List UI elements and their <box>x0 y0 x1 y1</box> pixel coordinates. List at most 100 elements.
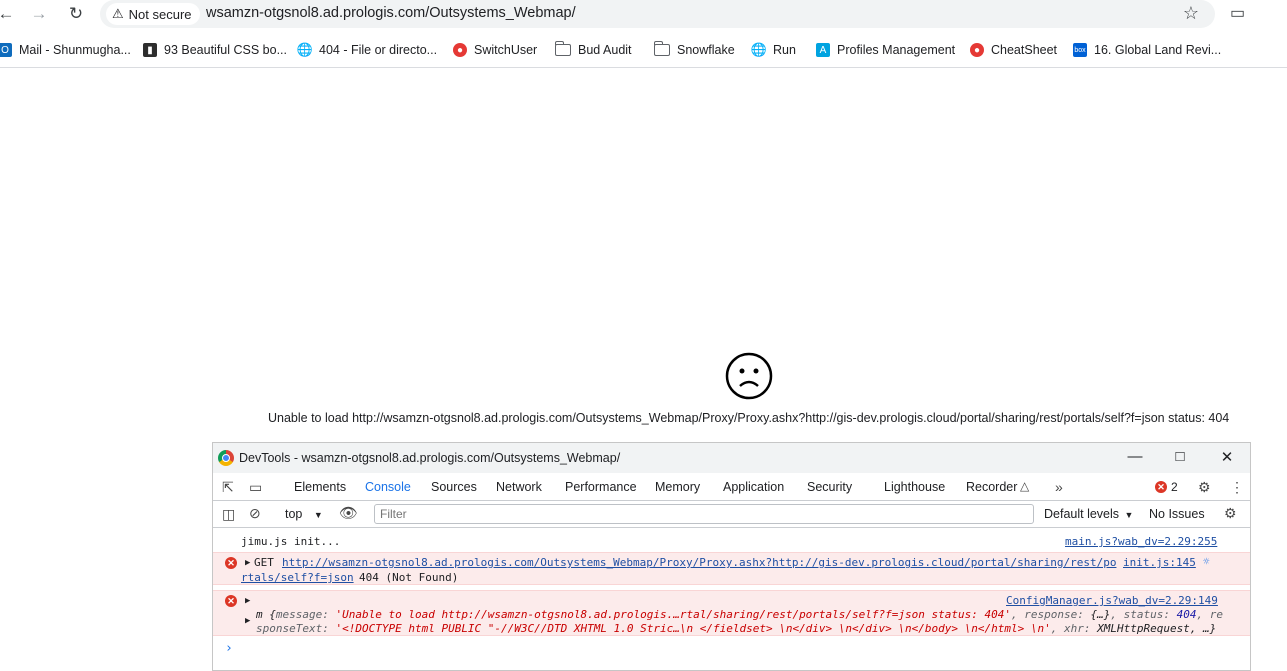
log-text: jimu.js init... <box>241 535 341 548</box>
object-value: XMLHttpRequest <box>1097 622 1190 635</box>
context-selector[interactable]: top ▼ <box>285 507 323 521</box>
bookmark-item[interactable]: Bud Audit <box>554 40 632 60</box>
extensions-puzzle-icon[interactable]: ▭ <box>1230 3 1245 23</box>
bookmark-label: Run <box>773 43 796 57</box>
console-log-row: jimu.js init... main.js?wab_dv=2.29:255 <box>213 528 1250 552</box>
console-prompt-icon[interactable]: › <box>225 641 233 656</box>
sidebar-toggle-icon[interactable]: ◫ <box>222 506 235 523</box>
chrome-logo-icon <box>218 450 234 466</box>
bookmark-label: Snowflake <box>677 43 735 57</box>
browser-toolbar: ← → ↻ ⚠ Not secure wsamzn-otgsnol8.ad.pr… <box>0 0 1287 31</box>
source-link[interactable]: ConfigManager.js?wab_dv=2.29:149 <box>1006 594 1218 607</box>
forward-arrow-icon[interactable]: → <box>27 2 51 26</box>
error-object-line: m {message: 'Unable to load http://wsamz… <box>256 608 1223 621</box>
object-prefix: m { <box>256 608 276 621</box>
error-count-value: 2 <box>1171 480 1178 494</box>
source-link[interactable]: init.js:145 <box>1123 556 1196 569</box>
network-globe-icon[interactable]: ☼ <box>1203 555 1210 568</box>
error-icon: ✕ <box>225 595 237 607</box>
tab-sources[interactable]: Sources <box>431 480 477 494</box>
error-icon: ✕ <box>1155 481 1167 493</box>
profiles-icon: A <box>816 43 830 57</box>
tab-console[interactable]: Console <box>359 480 417 504</box>
request-url[interactable]: http://wsamzn-otgsnol8.ad.prologis.com/O… <box>282 556 1116 569</box>
settings-gear-icon[interactable]: ⚙ <box>1198 479 1211 496</box>
url-text[interactable]: wsamzn-otgsnol8.ad.prologis.com/Outsyste… <box>206 5 576 21</box>
bookmark-item[interactable]: box 16. Global Land Revi... <box>1073 40 1221 60</box>
object-key: , xhr: <box>1050 622 1098 635</box>
caret-down-icon: ▼ <box>1124 510 1134 520</box>
devtools-window: DevTools - wsamzn-otgsnol8.ad.prologis.c… <box>212 442 1251 671</box>
reload-icon[interactable]: ↻ <box>64 2 88 26</box>
object-key: message: <box>275 608 336 621</box>
request-url-cont[interactable]: rtals/self?f=json <box>241 571 354 584</box>
bookmark-item[interactable]: ● CheatSheet <box>970 40 1057 60</box>
tab-lighthouse[interactable]: Lighthouse <box>884 480 945 494</box>
minimize-icon[interactable]: — <box>1125 448 1145 465</box>
object-value: 404 <box>1176 608 1197 621</box>
source-link[interactable]: main.js?wab_dv=2.29:255 <box>1065 535 1217 548</box>
close-icon[interactable]: ✕ <box>1217 448 1237 466</box>
record-icon: ● <box>453 43 467 57</box>
devtools-title: DevTools - wsamzn-otgsnol8.ad.prologis.c… <box>239 451 621 465</box>
bookmark-item[interactable]: Snowflake <box>653 40 735 60</box>
device-toolbar-icon[interactable]: ▭ <box>249 479 262 496</box>
bookmark-label: Profiles Management <box>837 43 956 57</box>
devtools-titlebar: DevTools - wsamzn-otgsnol8.ad.prologis.c… <box>213 443 1250 473</box>
object-tail: , …} <box>1189 622 1217 635</box>
record-icon: ● <box>970 43 984 57</box>
object-key: sponseText: <box>256 622 336 635</box>
tab-network[interactable]: Network <box>496 480 542 494</box>
object-value: {…} <box>1090 608 1111 621</box>
bookmark-item[interactable]: A Profiles Management <box>816 40 955 60</box>
bookmark-item[interactable]: 🌐 Run <box>751 40 796 60</box>
security-badge[interactable]: ⚠ Not secure <box>106 3 200 25</box>
maximize-icon[interactable]: □ <box>1170 448 1190 465</box>
eye-icon[interactable]: 👁 <box>339 504 358 522</box>
back-arrow-icon[interactable]: ← <box>0 2 18 26</box>
object-value: 'Unable to load http://wsamzn-otgsnol8.a… <box>335 608 1011 621</box>
bookmark-item[interactable]: ● SwitchUser <box>453 40 537 60</box>
bookmark-label: SwitchUser <box>474 43 538 57</box>
kebab-menu-icon[interactable]: ⋮ <box>1230 479 1244 496</box>
bookmark-item[interactable]: ▮ 93 Beautiful CSS bo... <box>143 40 287 60</box>
bookmarks-bar: O Mail - Shunmugha... ▮ 93 Beautiful CSS… <box>0 34 1287 68</box>
context-value: top <box>285 507 303 521</box>
tab-performance[interactable]: Performance <box>565 480 637 494</box>
tab-application[interactable]: Application <box>723 480 784 494</box>
request-status: 404 (Not Found) <box>359 571 459 584</box>
log-levels-dropdown[interactable]: Default levels ▼ <box>1044 507 1133 521</box>
console-settings-icon[interactable]: ⚙ <box>1224 505 1237 522</box>
object-key: , response: <box>1011 608 1091 621</box>
flask-icon: △ <box>1020 479 1030 493</box>
console-error-row: ✕ ▶ GET http://wsamzn-otgsnol8.ad.prolog… <box>213 552 1250 585</box>
tab-memory[interactable]: Memory <box>655 480 700 494</box>
bookmark-site-icon: ▮ <box>143 43 157 57</box>
tab-recorder[interactable]: Recorder <box>966 480 1017 494</box>
outlook-icon: O <box>0 43 12 57</box>
box-icon: box <box>1073 43 1087 57</box>
error-icon: ✕ <box>225 557 237 569</box>
tab-elements[interactable]: Elements <box>294 480 346 494</box>
expand-triangle-icon[interactable]: ▶ <box>245 558 250 568</box>
page-error-message: Unable to load http://wsamzn-otgsnol8.ad… <box>268 411 1230 425</box>
error-counter[interactable]: ✕ 2 <box>1155 480 1178 494</box>
console-toolbar: ◫ ⊘ top ▼ 👁 Default levels ▼ No Issues ⚙ <box>213 501 1250 528</box>
issues-button[interactable]: No Issues <box>1149 507 1205 521</box>
bookmark-label: 16. Global Land Revi... <box>1094 43 1222 57</box>
globe-icon: 🌐 <box>296 42 314 57</box>
filter-input[interactable] <box>374 504 1034 524</box>
tab-security[interactable]: Security <box>807 480 852 494</box>
object-key: , status: <box>1110 608 1177 621</box>
bookmark-star-icon[interactable]: ☆ <box>1183 3 1199 24</box>
address-bar[interactable]: ⚠ Not secure wsamzn-otgsnol8.ad.prologis… <box>100 0 1215 28</box>
inspect-element-icon[interactable]: ⇱ <box>222 479 234 496</box>
clear-console-icon[interactable]: ⊘ <box>249 505 261 522</box>
more-tabs-icon[interactable]: » <box>1055 479 1063 495</box>
console-error-row: ✕ ▶ ConfigManager.js?wab_dv=2.29:149 ▶ m… <box>213 590 1250 636</box>
expand-triangle-icon[interactable]: ▶ <box>245 616 250 626</box>
bookmark-item[interactable]: 🌐 404 - File or directo... <box>296 40 437 60</box>
sad-face-icon <box>725 352 773 400</box>
bookmark-item[interactable]: O Mail - Shunmugha... <box>0 40 131 60</box>
expand-triangle-icon[interactable]: ▶ <box>245 596 250 606</box>
